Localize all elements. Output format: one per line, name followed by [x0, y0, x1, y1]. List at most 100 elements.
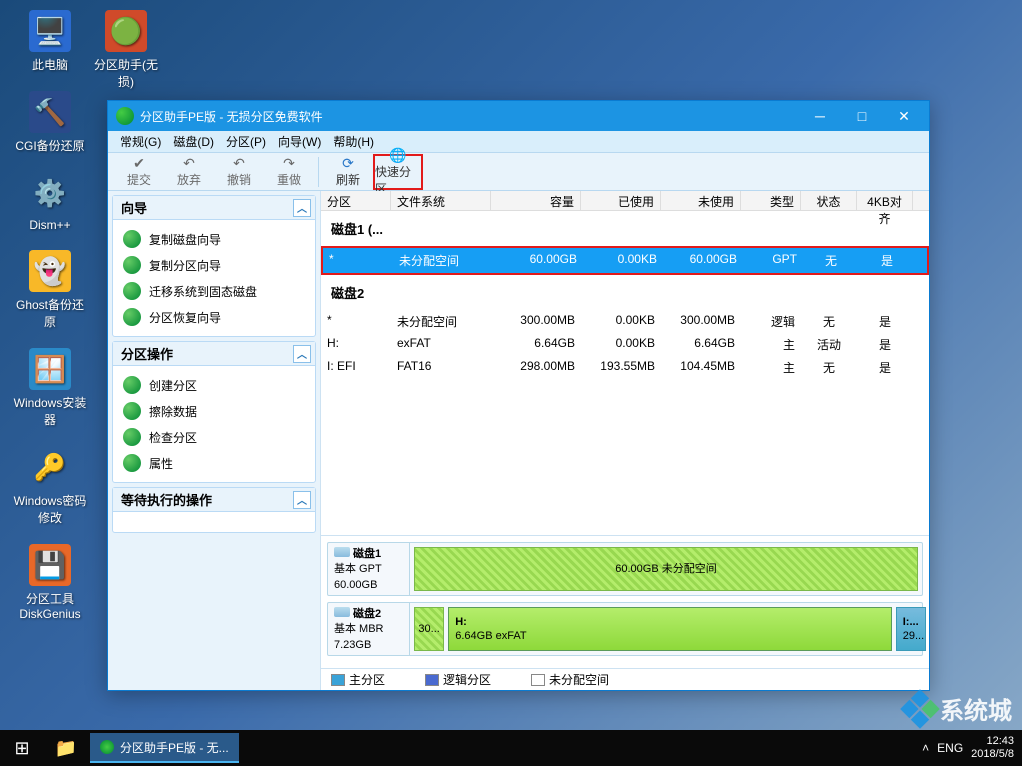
- op-wipe[interactable]: 擦除数据: [117, 398, 311, 424]
- wizard-recover[interactable]: 分区恢复向导: [117, 304, 311, 330]
- disk-header[interactable]: 磁盘2: [321, 275, 929, 310]
- col-type[interactable]: 类型: [741, 191, 801, 210]
- col-4k[interactable]: 4KB对齐: [857, 191, 913, 210]
- wizard-copy-partition[interactable]: 复制分区向导: [117, 252, 311, 278]
- disk-map-area: 磁盘1基本 GPT60.00GB60.00GB 未分配空间磁盘2基本 MBR7.…: [321, 535, 929, 668]
- taskbar-app[interactable]: 分区助手PE版 - 无...: [90, 733, 239, 763]
- partition-list: 磁盘1 (...*未分配空间60.00GB0.00KB60.00GBGPT无是磁…: [321, 211, 929, 535]
- desktop-icon-dism[interactable]: ⚙️Dism++: [12, 172, 88, 232]
- disk-map[interactable]: 磁盘1基本 GPT60.00GB60.00GB 未分配空间: [327, 542, 923, 596]
- lang-indicator[interactable]: ENG: [937, 741, 963, 755]
- desktop: 🖥️此电脑 🟢分区助手(无损) 🔨CGI备份还原 ⚙️Dism++ 👻Ghost…: [0, 0, 88, 639]
- disk-segment[interactable]: 30...: [414, 607, 444, 651]
- col-filesystem[interactable]: 文件系统: [391, 191, 491, 210]
- chevron-up-icon[interactable]: ︿: [293, 199, 311, 217]
- desktop-icon-partition-assistant[interactable]: 🟢分区助手(无损): [88, 10, 164, 90]
- menu-help[interactable]: 帮助(H): [327, 133, 380, 150]
- wizard-panel: 向导︿ 复制磁盘向导 复制分区向导 迁移系统到固态磁盘 分区恢复向导: [112, 195, 316, 337]
- pending-panel: 等待执行的操作︿: [112, 487, 316, 533]
- desktop-icon-cgi-backup[interactable]: 🔨CGI备份还原: [12, 91, 88, 154]
- desktop-icon-this-pc[interactable]: 🖥️此电脑: [12, 10, 88, 73]
- op-check[interactable]: 检查分区: [117, 424, 311, 450]
- desktop-icon-ghost[interactable]: 👻Ghost备份还原: [12, 250, 88, 330]
- undo-button[interactable]: ↶撤销: [214, 154, 264, 190]
- table-row[interactable]: *未分配空间60.00GB0.00KB60.00GBGPT无是: [321, 246, 929, 275]
- create-icon: [123, 376, 141, 394]
- app-icon: [100, 740, 114, 754]
- legend-unalloc: 未分配空间: [531, 671, 609, 688]
- disk-segment[interactable]: I:...29...: [896, 607, 926, 651]
- wizard-copy-disk[interactable]: 复制磁盘向导: [117, 226, 311, 252]
- disk-header[interactable]: 磁盘1 (...: [321, 211, 929, 246]
- menu-wizard[interactable]: 向导(W): [272, 133, 327, 150]
- window-title: 分区助手PE版 - 无损分区免费软件: [140, 108, 323, 125]
- app-window: 分区助手PE版 - 无损分区免费软件 ─ □ ✕ 常规(G) 磁盘(D) 分区(…: [107, 100, 930, 691]
- wipe-icon: [123, 402, 141, 420]
- menu-partition[interactable]: 分区(P): [220, 133, 272, 150]
- maximize-button[interactable]: □: [841, 102, 883, 130]
- props-icon: [123, 454, 141, 472]
- wizard-migrate-os[interactable]: 迁移系统到固态磁盘: [117, 278, 311, 304]
- menu-general[interactable]: 常规(G): [114, 133, 167, 150]
- clock[interactable]: 12:432018/5/8: [971, 735, 1014, 761]
- globe-icon: 🌐: [389, 147, 406, 163]
- migrate-icon: [123, 282, 141, 300]
- desktop-icon-win-installer[interactable]: 🪟Windows安装器: [12, 348, 88, 428]
- disk-map-bar: 30...H:6.64GB exFATI:...29...: [410, 603, 922, 655]
- col-free[interactable]: 未使用: [661, 191, 741, 210]
- disk-segment[interactable]: H:6.64GB exFAT: [448, 607, 892, 651]
- table-row[interactable]: H:exFAT6.64GB0.00KB6.64GB主活动是: [321, 333, 929, 356]
- disk-map-label: 磁盘1基本 GPT60.00GB: [328, 543, 410, 595]
- ops-panel-header[interactable]: 分区操作︿: [113, 342, 315, 366]
- op-props[interactable]: 属性: [117, 450, 311, 476]
- check-icon: [123, 428, 141, 446]
- titlebar[interactable]: 分区助手PE版 - 无损分区免费软件 ─ □ ✕: [108, 101, 929, 131]
- undo-icon: ↶: [183, 155, 195, 171]
- watermark: 系统城: [906, 691, 1012, 726]
- disk-icon: [123, 230, 141, 248]
- pending-panel-header[interactable]: 等待执行的操作︿: [113, 488, 315, 512]
- redo-icon: ↷: [283, 155, 295, 171]
- legend: 主分区 逻辑分区 未分配空间: [321, 668, 929, 690]
- legend-primary: 主分区: [331, 671, 385, 688]
- toolbar: ✔提交 ↶放弃 ↶撤销 ↷重做 ⟳刷新 🌐快速分区: [108, 153, 929, 191]
- commit-button[interactable]: ✔提交: [114, 154, 164, 190]
- table-row[interactable]: I: EFIFAT16298.00MB193.55MB104.45MB主无是: [321, 356, 929, 379]
- close-button[interactable]: ✕: [883, 102, 925, 130]
- disk-map[interactable]: 磁盘2基本 MBR7.23GB30...H:6.64GB exFATI:...2…: [327, 602, 923, 656]
- redo-button[interactable]: ↷重做: [264, 154, 314, 190]
- taskbar: ⊞ 📁 分区助手PE版 - 无... ˄ ENG 12:432018/5/8: [0, 730, 1022, 766]
- refresh-icon: ⟳: [342, 155, 354, 171]
- refresh-button[interactable]: ⟳刷新: [323, 154, 373, 190]
- start-button[interactable]: ⊞: [0, 730, 44, 766]
- desktop-icon-password[interactable]: 🔑Windows密码修改: [12, 446, 88, 526]
- quick-partition-button[interactable]: 🌐快速分区: [373, 154, 423, 190]
- table-row[interactable]: *未分配空间300.00MB0.00KB300.00MB逻辑无是: [321, 310, 929, 333]
- table-header: 分区 文件系统 容量 已使用 未使用 类型 状态 4KB对齐: [321, 191, 929, 211]
- disk-map-label: 磁盘2基本 MBR7.23GB: [328, 603, 410, 655]
- chevron-up-icon[interactable]: ︿: [293, 345, 311, 363]
- discard-button[interactable]: ↶放弃: [164, 154, 214, 190]
- minimize-button[interactable]: ─: [799, 102, 841, 130]
- check-icon: ✔: [133, 155, 145, 171]
- op-create[interactable]: 创建分区: [117, 372, 311, 398]
- col-capacity[interactable]: 容量: [491, 191, 581, 210]
- tray-up-icon[interactable]: ˄: [922, 741, 929, 755]
- wizard-panel-header[interactable]: 向导︿: [113, 196, 315, 220]
- watermark-icon: [900, 689, 940, 729]
- system-tray: ˄ ENG 12:432018/5/8: [914, 735, 1022, 761]
- legend-logical: 逻辑分区: [425, 671, 491, 688]
- col-status[interactable]: 状态: [801, 191, 857, 210]
- menu-disk[interactable]: 磁盘(D): [167, 133, 220, 150]
- desktop-icon-diskgenius[interactable]: 💾分区工具DiskGenius: [12, 544, 88, 621]
- partition-icon: [123, 256, 141, 274]
- disk-map-bar: 60.00GB 未分配空间: [410, 543, 922, 595]
- chevron-up-icon[interactable]: ︿: [293, 491, 311, 509]
- main-area: 分区 文件系统 容量 已使用 未使用 类型 状态 4KB对齐 磁盘1 (...*…: [321, 191, 929, 690]
- app-icon: [116, 107, 134, 125]
- disk-segment[interactable]: 60.00GB 未分配空间: [414, 547, 918, 591]
- menubar: 常规(G) 磁盘(D) 分区(P) 向导(W) 帮助(H): [108, 131, 929, 153]
- col-used[interactable]: 已使用: [581, 191, 661, 210]
- explorer-button[interactable]: 📁: [44, 730, 88, 766]
- col-partition[interactable]: 分区: [321, 191, 391, 210]
